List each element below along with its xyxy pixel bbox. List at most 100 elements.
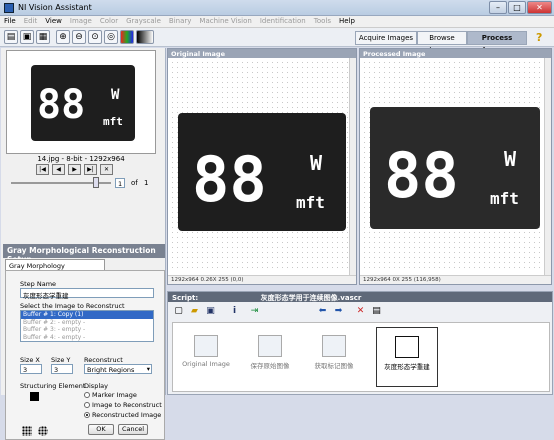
- open-image-icon[interactable]: ▤: [4, 30, 18, 44]
- menu-help[interactable]: Help: [335, 16, 359, 26]
- tab-process-images[interactable]: Process Images: [467, 31, 527, 54]
- zoom-out-icon[interactable]: ⊖: [72, 30, 86, 44]
- close-image-button[interactable]: ✕: [100, 164, 113, 175]
- page-number-field[interactable]: 1: [115, 178, 125, 188]
- move-left-icon[interactable]: ⬅: [316, 306, 329, 318]
- buffer-item[interactable]: Buffer # 3: - empty -: [21, 326, 153, 334]
- grid-hexagon-icon[interactable]: [38, 426, 48, 436]
- original-image-viewer[interactable]: Original Image 88 W mft 1292x964 0.26X 2…: [167, 48, 357, 285]
- display-label: Display: [84, 382, 108, 390]
- page-of-label: of: [131, 179, 138, 187]
- image-slider-thumb[interactable]: [93, 177, 99, 188]
- zoom-fit-icon[interactable]: ⊙: [88, 30, 102, 44]
- menu-color[interactable]: Color: [96, 16, 122, 26]
- script-step-active[interactable]: 灰度形态学重建: [376, 327, 438, 387]
- save-script-icon[interactable]: ▣: [204, 306, 217, 318]
- menu-machine-vision[interactable]: Machine Vision: [195, 16, 255, 26]
- script-properties-icon[interactable]: ▤: [370, 306, 383, 318]
- processed-digits: 88: [384, 139, 459, 212]
- last-image-button[interactable]: ▶|: [84, 164, 97, 175]
- buffer-item[interactable]: Buffer # 1: Copy (1): [21, 311, 153, 319]
- minimize-button[interactable]: –: [489, 1, 507, 14]
- page-total: 1: [144, 179, 149, 187]
- size-x-label: Size X: [20, 356, 40, 364]
- menu-tools[interactable]: Tools: [310, 16, 335, 26]
- title-bar: NI Vision Assistant – □ ✕: [0, 0, 554, 16]
- script-label: Script:: [172, 294, 199, 302]
- step-name-field[interactable]: 灰度形态学重建: [20, 288, 154, 300]
- grid-square-icon[interactable]: [22, 426, 32, 436]
- image-thumbnail[interactable]: 88 W mft: [6, 50, 156, 154]
- size-x-field[interactable]: 3: [20, 364, 42, 374]
- close-button[interactable]: ✕: [527, 1, 552, 14]
- processed-unit-bottom: mft: [490, 189, 519, 208]
- move-right-icon[interactable]: ➡: [332, 306, 345, 318]
- select-image-label: Select the Image to Reconstruct: [20, 302, 125, 310]
- original-vertical-scrollbar[interactable]: [349, 58, 356, 275]
- help-icon[interactable]: ?: [536, 31, 542, 44]
- tab-acquire-images[interactable]: Acquire Images: [355, 31, 417, 45]
- display-marker-image-radio[interactable]: Marker Image: [84, 391, 137, 399]
- script-header: Script: 灰度形态学用于连续图像.vascr: [168, 292, 552, 302]
- script-step[interactable]: 获取标记图像: [303, 327, 365, 387]
- print-icon[interactable]: ▦: [36, 30, 50, 44]
- new-script-icon[interactable]: ▢: [172, 306, 185, 318]
- script-panel: Script: 灰度形态学用于连续图像.vascr ▢ ▰ ▣ i ⇥ ⬅ ➡ …: [167, 291, 553, 395]
- processed-vertical-scrollbar[interactable]: [544, 58, 551, 275]
- save-step-icon: [258, 335, 282, 357]
- run-once-icon[interactable]: ⇥: [248, 306, 261, 318]
- menu-view[interactable]: View: [41, 16, 66, 26]
- menu-bar: File Edit View Image Color Grayscale Binary Mac…: [0, 16, 554, 28]
- maximize-button[interactable]: □: [508, 1, 526, 14]
- image-step-icon: [194, 335, 218, 357]
- buffer-list[interactable]: Buffer # 1: Copy (1) Buffer # 2: - empty…: [20, 310, 154, 342]
- thumbnail-unit-bottom: mft: [103, 115, 123, 128]
- processed-unit-top: W: [504, 147, 517, 171]
- thumbnail-unit-top: W: [111, 87, 120, 103]
- processed-image-viewer[interactable]: Processed Image 88 W mft 1292x964 0X 255…: [359, 48, 552, 285]
- left-panel: 88 W mft 14.jpg - 8-bit - 1292x964 |◀ ◀ …: [1, 48, 166, 440]
- original-digits: 88: [192, 143, 267, 216]
- thumbnail-image: 88 W mft: [31, 65, 135, 141]
- structuring-element-label: Structuring Element: [20, 382, 86, 390]
- display-reconstructed-image-radio[interactable]: Reconstructed Image: [84, 411, 161, 419]
- menu-binary[interactable]: Binary: [165, 16, 196, 26]
- structuring-element-square-icon[interactable]: [30, 392, 39, 401]
- ok-button[interactable]: OK: [88, 424, 114, 435]
- gray-palette-icon[interactable]: [136, 30, 154, 44]
- buffer-item[interactable]: Buffer # 4: - empty -: [21, 334, 153, 342]
- menu-identification[interactable]: Identification: [256, 16, 310, 26]
- first-image-button[interactable]: |◀: [36, 164, 49, 175]
- previous-image-button[interactable]: ◀: [52, 164, 65, 175]
- window-title: NI Vision Assistant: [18, 3, 92, 12]
- original-unit-top: W: [310, 151, 323, 175]
- save-icon[interactable]: ▣: [20, 30, 34, 44]
- script-step[interactable]: Original Image: [175, 327, 237, 387]
- buffer-item[interactable]: Buffer # 2: - empty -: [21, 319, 153, 327]
- palette-icon[interactable]: [120, 30, 134, 44]
- original-image[interactable]: 88 W mft: [178, 113, 346, 231]
- toolbar: ▤ ▣ ▦ ⊕ ⊖ ⊙ ◎ Acquire Images Browse Imag…: [0, 28, 554, 54]
- menu-image[interactable]: Image: [66, 16, 96, 26]
- display-image-to-reconstruct-radio[interactable]: Image to Reconstruct: [84, 401, 162, 409]
- original-status: 1292x964 0.26X 255 (0,0): [168, 275, 356, 284]
- tab-browse-images[interactable]: Browse Images: [417, 31, 467, 54]
- menu-edit[interactable]: Edit: [20, 16, 42, 26]
- reconstruct-select[interactable]: Bright Regions ▾: [84, 364, 152, 374]
- delete-step-icon[interactable]: ✕: [354, 306, 367, 318]
- script-step[interactable]: 保存原始图像: [239, 327, 301, 387]
- menu-grayscale[interactable]: Grayscale: [122, 16, 165, 26]
- info-icon[interactable]: i: [228, 306, 241, 318]
- size-y-field[interactable]: 3: [51, 364, 73, 374]
- menu-file[interactable]: File: [0, 16, 20, 26]
- processed-status: 1292x964 0X 255 (116,958): [360, 275, 551, 284]
- original-unit-bottom: mft: [296, 193, 325, 212]
- open-script-icon[interactable]: ▰: [188, 306, 201, 318]
- cancel-button[interactable]: Cancel: [118, 424, 148, 435]
- zoom-in-icon[interactable]: ⊕: [56, 30, 70, 44]
- reconstruct-value: Bright Regions: [87, 366, 135, 374]
- next-image-button[interactable]: ▶: [68, 164, 81, 175]
- setup-header: Gray Morphological Reconstruction Setup: [3, 244, 165, 264]
- processed-image[interactable]: 88 W mft: [370, 107, 540, 229]
- zoom-actual-icon[interactable]: ◎: [104, 30, 118, 44]
